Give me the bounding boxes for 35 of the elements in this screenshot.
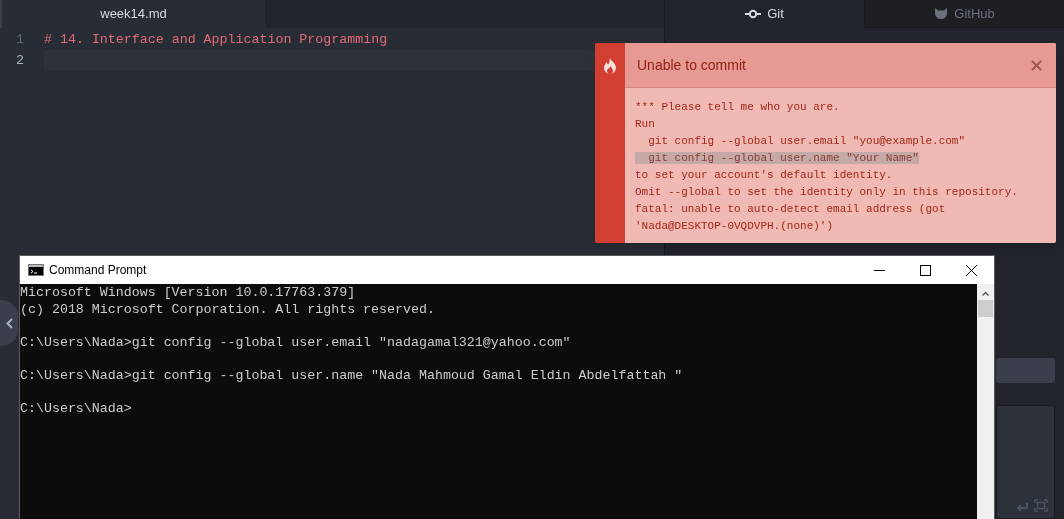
console-line: Microsoft Windows [Version 10.0.17763.379]: [20, 285, 356, 300]
maximize-icon: [919, 264, 931, 276]
message-line: *** Please tell me who you are.: [635, 101, 840, 113]
fullscreen-icon[interactable]: [1034, 499, 1048, 512]
console-icon: [28, 264, 44, 276]
message-line: 'Nada@DESKTOP-0VQDVPH.(none)'): [635, 220, 834, 232]
line-number: 1: [15, 30, 25, 49]
cat-icon: [934, 7, 949, 20]
message-line: Omit --global to set the identity only in this repository.: [635, 186, 1018, 198]
scroll-up-icon[interactable]: [982, 291, 989, 296]
commit-message-field[interactable]: [996, 405, 1055, 519]
text-field[interactable]: [996, 358, 1055, 383]
console-line: C:\Users\Nada>git config --global user.email "nadagamal321@yahoo.com": [20, 334, 571, 350]
close-button[interactable]: [1029, 58, 1043, 72]
close-icon: [1030, 59, 1042, 71]
console-line: (c) 2018 Microsoft Corporation. All rights reserved.: [20, 301, 435, 317]
minimize-icon: [873, 269, 885, 271]
notification-title: Unable to commit: [637, 55, 746, 75]
commit-icon: [745, 9, 762, 19]
console-line: C:\Users\Nada>git config --global user.name "Nada Mahmoud Gamal Eldin Abdelfattah ": [20, 367, 683, 383]
message-line: to set your account's default identity.: [635, 169, 893, 181]
message-line: fatal: unable to auto-detect email address (got: [635, 203, 946, 215]
file-tab[interactable]: week14.md: [0, 0, 265, 28]
message-line: git config --global user.email "you@example.com": [647, 135, 966, 147]
flame-icon: [603, 58, 617, 75]
chevron-left-icon: [6, 317, 13, 329]
console-line: C:\Users\Nada>: [20, 401, 132, 417]
line-number: 2: [15, 51, 25, 70]
window-title: Command Prompt: [49, 262, 148, 279]
return-icon: [1016, 503, 1028, 512]
close-icon: [965, 264, 977, 276]
message-line: Run: [635, 118, 655, 130]
scrollbar[interactable]: [977, 284, 994, 519]
code-line: # 14. Interface and Application Programming: [44, 30, 389, 49]
scroll-thumb[interactable]: [978, 300, 993, 317]
